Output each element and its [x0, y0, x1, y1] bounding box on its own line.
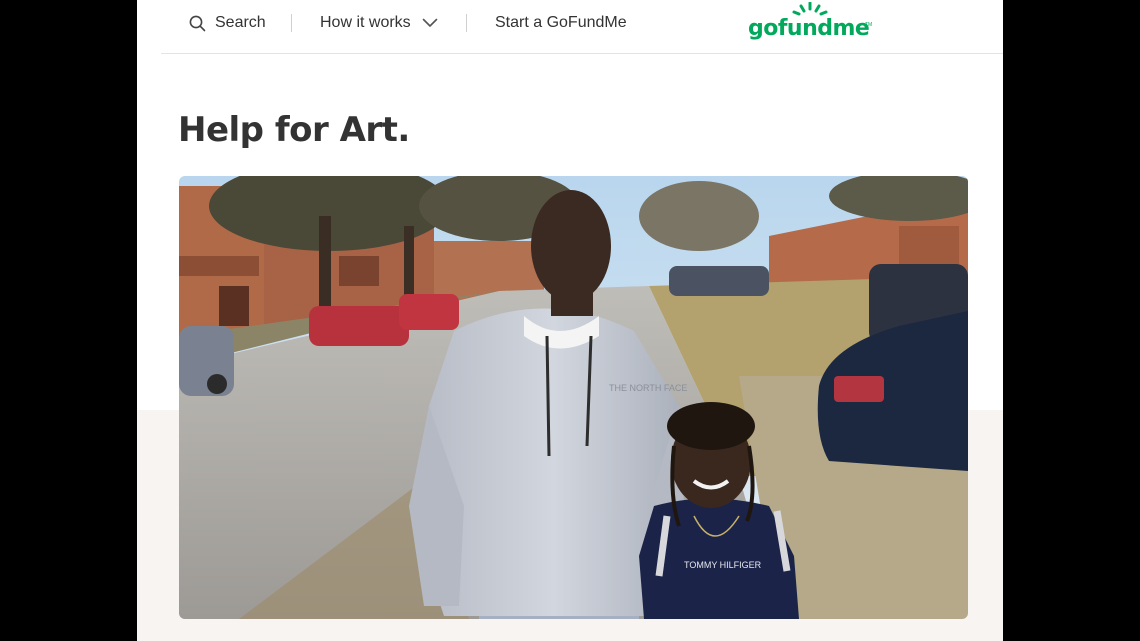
campaign-page: Search How it works Start a GoFundMe gof… — [137, 0, 1003, 641]
top-nav: Search How it works Start a GoFundMe gof… — [161, 0, 1003, 54]
start-gofundme-link[interactable]: Start a GoFundMe — [495, 0, 627, 46]
campaign-photo[interactable]: THE NORTH FACE TOMMY HILFIGER — [179, 176, 968, 619]
nav-divider — [291, 14, 292, 32]
search-icon — [189, 15, 206, 31]
logo-wordmark: gofundme — [748, 16, 870, 41]
logo-trademark: TM — [865, 22, 873, 28]
search-nav-item[interactable]: Search — [189, 0, 266, 46]
chevron-down-icon — [422, 18, 437, 27]
hoodie-logo: THE NORTH FACE — [609, 383, 687, 393]
nav-divider — [466, 14, 467, 32]
gofundme-logo[interactable]: gofundme TM — [748, 2, 872, 44]
search-label: Search — [215, 14, 266, 31]
start-gofundme-label: Start a GoFundMe — [495, 14, 627, 31]
shirt-text: TOMMY HILFIGER — [684, 560, 762, 570]
how-it-works-menu[interactable]: How it works — [320, 0, 438, 46]
campaign-title: Help for Art. — [178, 110, 410, 150]
how-it-works-label: How it works — [320, 14, 411, 31]
